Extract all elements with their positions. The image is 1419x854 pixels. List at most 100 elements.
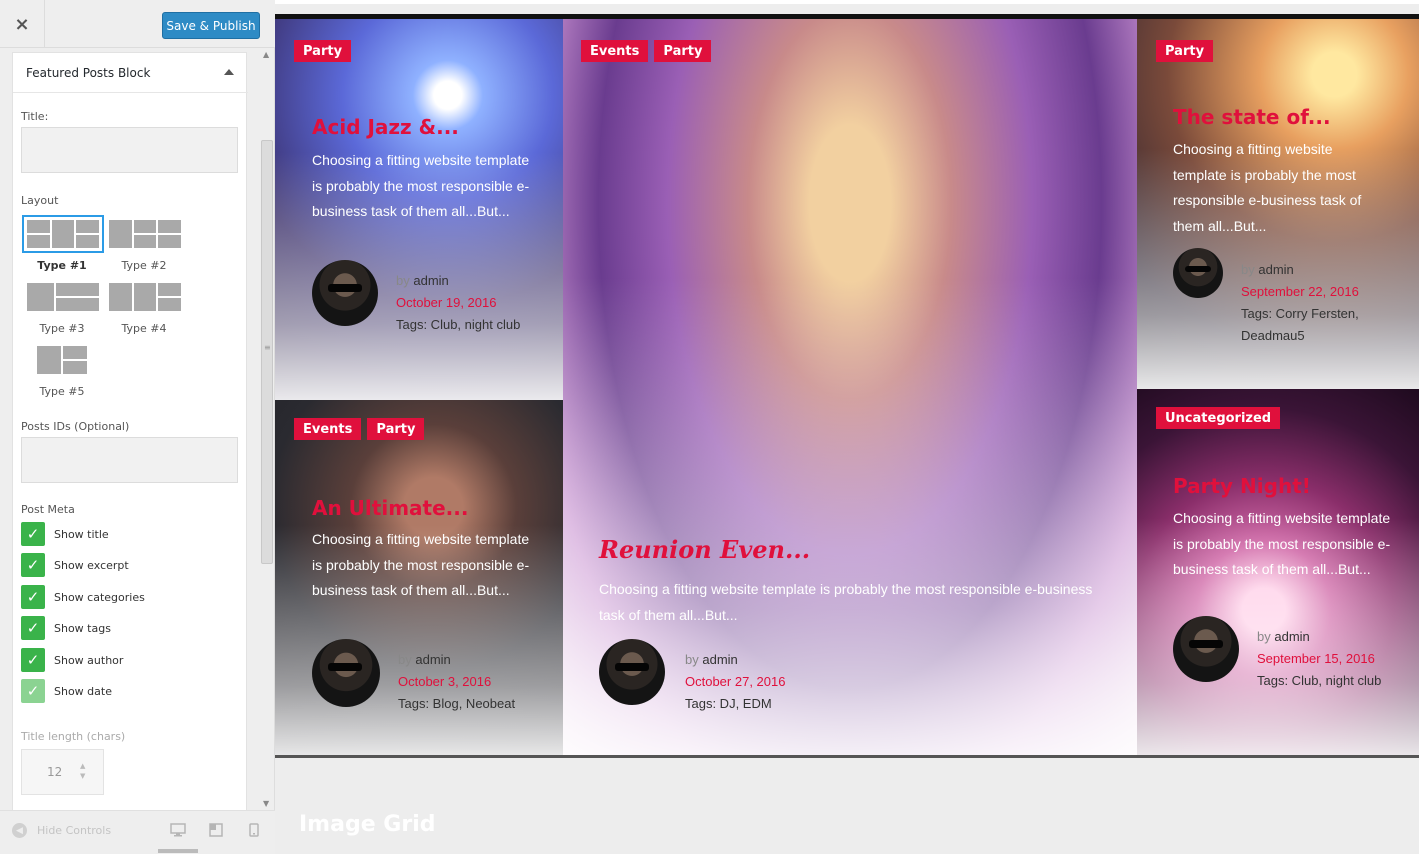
stepper-up-icon[interactable]: ▲ — [80, 762, 85, 770]
category-badge[interactable]: Party — [1156, 40, 1214, 62]
author-name[interactable]: admin — [702, 652, 737, 667]
author-name[interactable]: admin — [1258, 262, 1293, 277]
post-tile-reunion[interactable]: Events Party Reunion Even... Choosing a … — [563, 19, 1137, 757]
collapse-arrow-icon[interactable] — [224, 69, 234, 75]
category-badge[interactable]: Events — [581, 40, 649, 62]
post-tile-ultimate[interactable]: Events Party An Ultimate... Choosing a f… — [275, 400, 563, 757]
post-date[interactable]: September 15, 2016 — [1257, 648, 1407, 670]
section-title: Image Grid — [299, 812, 436, 837]
checkmark-icon[interactable]: ✓ — [21, 616, 45, 640]
checkmark-icon[interactable]: ✓ — [21, 585, 45, 609]
checkbox-show-excerpt[interactable]: ✓ Show excerpt — [21, 553, 129, 577]
stepper-down-icon[interactable]: ▼ — [80, 772, 85, 780]
author-name[interactable]: admin — [415, 652, 450, 667]
post-meta: by admin October 3, 2016 Tags: Blog, Neo… — [398, 649, 548, 715]
category-badge[interactable]: Party — [367, 418, 425, 440]
author-name[interactable]: admin — [1274, 629, 1309, 644]
checkmark-icon[interactable]: ✓ — [21, 679, 45, 703]
post-meta: by admin October 19, 2016 Tags: Club, ni… — [396, 270, 536, 336]
post-meta: by admin October 27, 2016 Tags: DJ, EDM — [685, 649, 885, 715]
category-badge[interactable]: Events — [294, 418, 362, 440]
category-badge[interactable]: Uncategorized — [1156, 407, 1281, 429]
posts-ids-input[interactable] — [21, 437, 238, 483]
checkbox-show-author[interactable]: ✓ Show author — [21, 648, 123, 672]
customizer-sidebar: × Save & Publish Featured Posts Block Ti… — [0, 0, 275, 854]
post-tags: Tags: Club, night club — [1257, 673, 1382, 688]
checkmark-icon[interactable]: ✓ — [21, 648, 45, 672]
post-title[interactable]: An Ultimate... — [312, 496, 468, 520]
layout-thumb-icon — [109, 220, 182, 248]
sidebar-header: × Save & Publish — [0, 0, 275, 48]
post-tags: Tags: Blog, Neobeat — [398, 696, 516, 711]
tablet-icon[interactable] — [209, 823, 227, 839]
post-date[interactable]: October 3, 2016 — [398, 671, 548, 693]
checkbox-show-date[interactable]: ✓ Show date — [21, 679, 112, 703]
checkbox-label: Show title — [54, 527, 109, 541]
category-badges: Party — [1156, 40, 1214, 62]
checkbox-label: Show author — [54, 653, 124, 667]
layout-option-label: Type #4 — [121, 322, 167, 335]
scroll-down-icon[interactable]: ▼ — [263, 799, 269, 808]
post-tags: Tags: DJ, EDM — [685, 696, 772, 711]
post-tile-state-of[interactable]: Party The state of... Choosing a fitting… — [1137, 19, 1419, 389]
checkmark-icon[interactable]: ✓ — [21, 553, 45, 577]
title-length-value[interactable]: 12 — [47, 765, 62, 779]
sidebar-scrollbar[interactable]: ▲ ≡ ▼ — [260, 48, 274, 810]
layout-thumb-icon — [22, 215, 104, 253]
category-badges: Events Party — [581, 40, 712, 62]
author-avatar[interactable] — [599, 639, 665, 705]
post-title[interactable]: Party Night! — [1173, 474, 1311, 498]
preview-top-strip — [275, 0, 1419, 4]
category-badges: Events Party — [294, 418, 425, 440]
post-title[interactable]: Reunion Even... — [599, 535, 810, 564]
layout-thumb-icon — [109, 283, 182, 311]
checkbox-show-categories[interactable]: ✓ Show categories — [21, 585, 145, 609]
panel-header[interactable]: Featured Posts Block — [13, 53, 248, 93]
title-input[interactable] — [21, 127, 238, 173]
author-avatar[interactable] — [312, 260, 378, 326]
close-button[interactable]: × — [0, 0, 45, 48]
layout-option-type-5[interactable]: Type #5 — [21, 342, 103, 402]
author-name[interactable]: admin — [413, 273, 448, 288]
author-avatar[interactable] — [1173, 248, 1223, 298]
layout-option-label: Type #2 — [121, 259, 167, 272]
desktop-icon[interactable] — [170, 823, 188, 839]
post-title[interactable]: Acid Jazz &... — [312, 115, 459, 139]
category-badge[interactable]: Party — [294, 40, 352, 62]
layout-label: Layout — [21, 194, 59, 207]
post-tile-party-night[interactable]: Uncategorized Party Night! Choosing a fi… — [1137, 389, 1419, 757]
scroll-up-icon[interactable]: ▲ — [263, 50, 269, 59]
post-date[interactable]: September 22, 2016 — [1241, 281, 1391, 303]
author-avatar[interactable] — [312, 639, 380, 707]
post-tile-acid-jazz[interactable]: Party Acid Jazz &... Choosing a fitting … — [275, 19, 563, 400]
posts-ids-label: Posts IDs (Optional) — [21, 420, 130, 433]
author-avatar[interactable] — [1173, 616, 1239, 682]
checkbox-show-tags[interactable]: ✓ Show tags — [21, 616, 111, 640]
post-meta: by admin September 15, 2016 Tags: Club, … — [1257, 626, 1407, 692]
site-preview: Party Acid Jazz &... Choosing a fitting … — [275, 0, 1419, 854]
checkbox-show-title[interactable]: ✓ Show title — [21, 522, 109, 546]
layout-option-label: Type #3 — [39, 322, 85, 335]
post-title[interactable]: The state of... — [1173, 105, 1331, 129]
post-excerpt: Choosing a fitting website template is p… — [312, 152, 530, 219]
title-label: Title: — [21, 110, 49, 123]
checkmark-icon[interactable]: ✓ — [21, 522, 45, 546]
post-date[interactable]: October 27, 2016 — [685, 671, 885, 693]
post-meta: by admin September 22, 2016 Tags: Corry … — [1241, 259, 1391, 347]
checkbox-label: Show excerpt — [54, 558, 129, 572]
scroll-grip-icon: ≡ — [264, 343, 271, 352]
post-tags: Tags: Corry Fersten, Deadmau5 — [1241, 306, 1359, 343]
category-badge[interactable]: Party — [654, 40, 712, 62]
save-publish-button[interactable]: Save & Publish — [162, 12, 260, 39]
layout-option-type-3[interactable]: Type #3 — [21, 279, 103, 339]
scrollbar-thumb[interactable]: ≡ — [261, 140, 273, 564]
title-length-stepper[interactable]: 12 ▲ ▼ — [21, 749, 104, 795]
layout-option-type-1[interactable]: Type #1 — [21, 215, 104, 276]
post-excerpt: Choosing a fitting website template is p… — [599, 581, 1093, 623]
layout-option-type-4[interactable]: Type #4 — [103, 279, 185, 339]
layout-option-type-2[interactable]: Type #2 — [103, 216, 185, 276]
post-date[interactable]: October 19, 2016 — [396, 292, 536, 314]
hide-controls-button[interactable]: ◀ Hide Controls — [12, 823, 111, 838]
sidebar-controls: Featured Posts Block Title: Layout Type … — [0, 48, 260, 810]
mobile-icon[interactable] — [249, 823, 267, 839]
